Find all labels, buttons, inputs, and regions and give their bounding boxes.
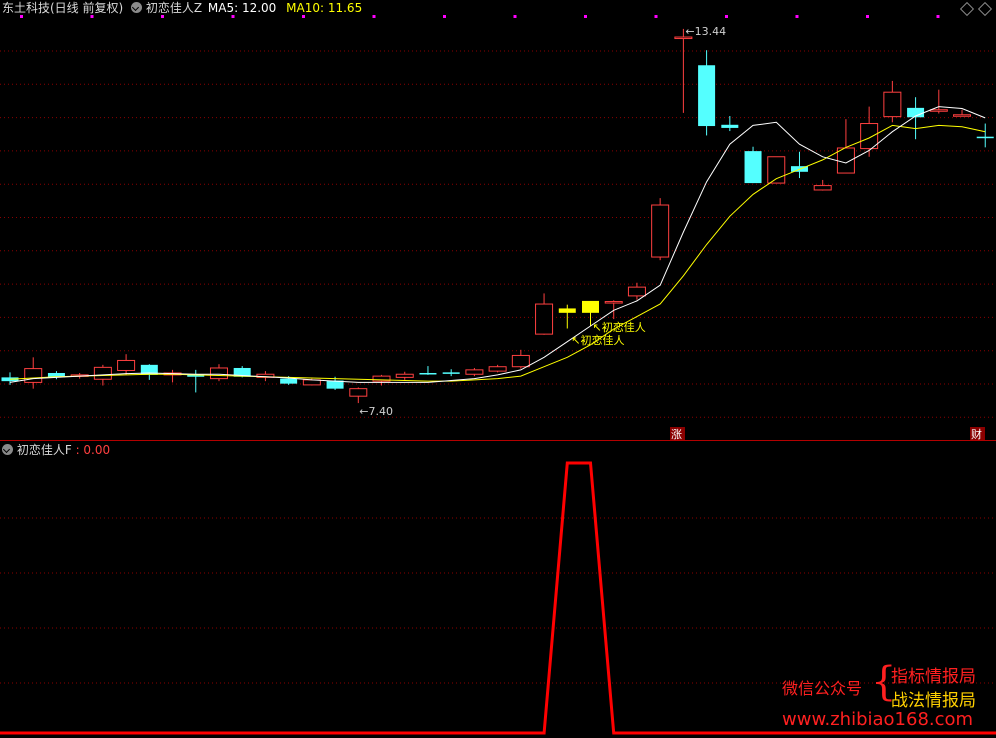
candle-body (929, 109, 948, 112)
indicator-menu-button[interactable] (2, 444, 13, 455)
candle-body (209, 367, 228, 380)
chart-header: 东土科技(日线 前复权) 初恋佳人Z MA5: 12.00 MA10: 11.6… (2, 0, 362, 16)
candle-body (582, 300, 599, 313)
candle-body (976, 136, 994, 139)
candle-body (953, 114, 972, 117)
watermark-line-2: 战法情报局 (891, 691, 976, 711)
candle-body (744, 151, 762, 184)
candle-body (604, 301, 623, 304)
candle-body (860, 123, 879, 150)
indicator-header: 初恋佳人F : 0.00 (2, 442, 110, 458)
cai-badge-label: 财 (971, 427, 982, 441)
candle-body (813, 185, 832, 191)
candle-body (651, 204, 670, 258)
high-price-label: ←13.44 (685, 25, 726, 38)
top-marker (372, 15, 376, 18)
top-marker (584, 15, 587, 18)
candle-body (395, 373, 414, 378)
candle-body (442, 372, 460, 374)
indicator-menu-button[interactable] (131, 2, 143, 13)
stock-title: 东土科技(日线 前复权) (2, 1, 124, 15)
candle-body (535, 303, 554, 335)
indicator-f-name: 初恋佳人F (16, 443, 72, 457)
top-marker (654, 15, 658, 18)
candle-body (883, 91, 902, 118)
ma10-value: MA10: 11.65 (286, 1, 363, 15)
candle-body (349, 388, 368, 397)
top-marker (725, 15, 728, 18)
candle-body (721, 124, 739, 128)
candle-body (419, 372, 437, 375)
candle-body (488, 366, 507, 372)
price-chart-pane[interactable]: ←13.44 ←7.40 ↖初恋佳人 ↖初恋佳人涨财 东土科技(日线 前复权) 初恋佳… (0, 0, 996, 441)
candle-body (698, 65, 716, 127)
top-marker (513, 15, 517, 18)
candle-body (558, 308, 576, 313)
candle-body (836, 147, 855, 174)
candle-body (117, 359, 136, 371)
watermark-url: www.zhibiao168.com (782, 709, 974, 730)
indicator-pane[interactable]: 初恋佳人F : 0.00 微信公众号 { 指标情报局 战法情报局 www.zhi… (0, 441, 996, 738)
wechat-label: 微信公众号 (782, 679, 863, 698)
candle-body (280, 378, 298, 384)
candle-body (24, 368, 43, 383)
top-marker (795, 15, 799, 18)
indicator-f-value: : 0.00 (75, 443, 111, 457)
candle-body (511, 354, 530, 368)
indicator-name: 初恋佳人Z (145, 1, 203, 15)
candle-body (93, 366, 112, 380)
candlestick-chart[interactable]: ←13.44←7.40↖初恋佳人↖初恋佳人涨财 (0, 0, 996, 441)
top-marker (936, 15, 940, 18)
signal-label: ↖初恋佳人 (593, 320, 646, 334)
low-price-label: ←7.40 (359, 405, 393, 418)
signal-label: ↖初恋佳人 (571, 333, 624, 347)
top-marker (443, 15, 446, 18)
ma5-value: MA5: 12.00 (207, 1, 277, 15)
candle-body (465, 369, 484, 375)
candle-body (627, 286, 646, 297)
top-marker (866, 15, 869, 18)
watermark-line-1: 指标情报局 (891, 667, 976, 687)
